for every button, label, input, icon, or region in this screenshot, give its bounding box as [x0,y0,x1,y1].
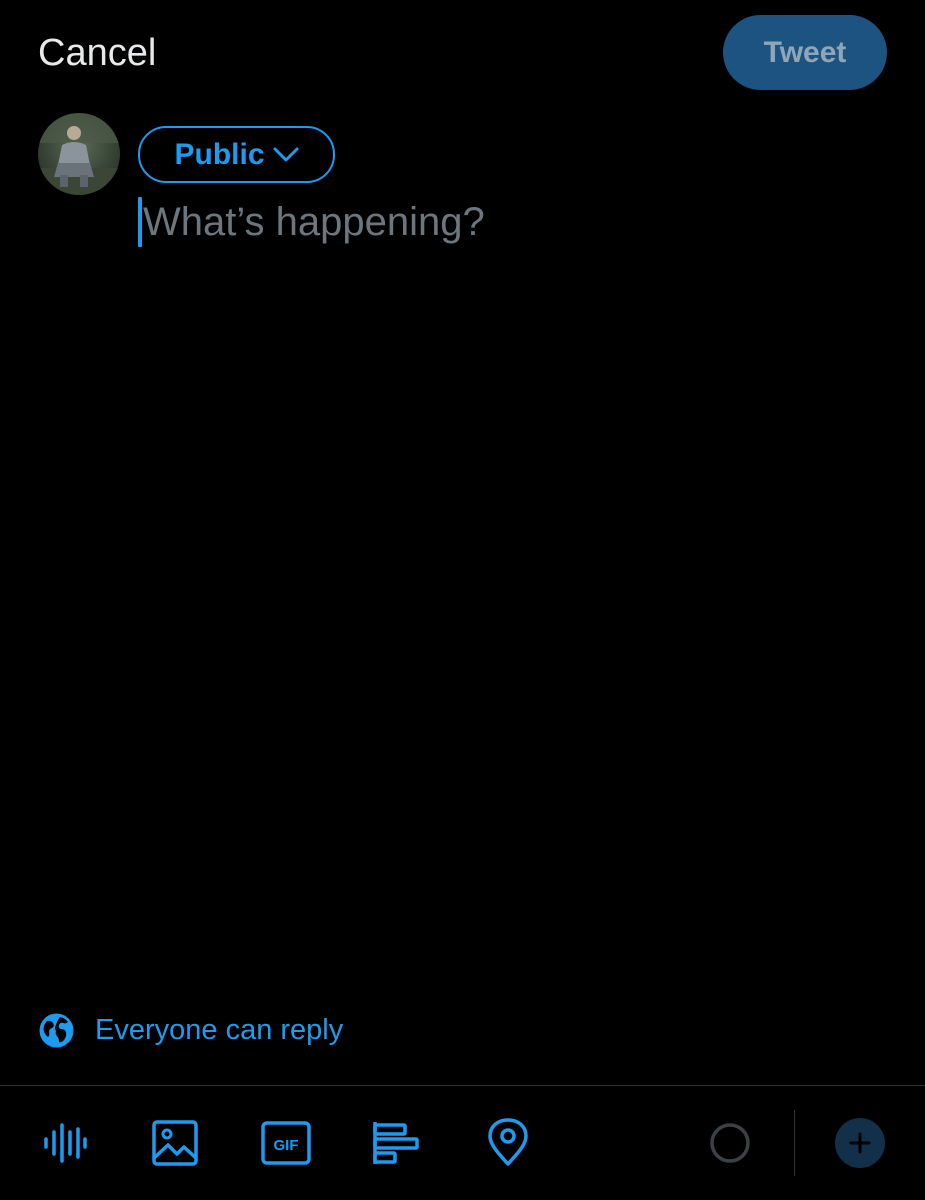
user-avatar-photo-icon [38,113,120,195]
reply-setting-button[interactable]: Everyone can reply [38,1010,343,1050]
chevron-down-icon [273,146,299,164]
audience-label: Public [174,137,265,171]
tweet-compose-input[interactable] [142,199,843,245]
add-thread-icon[interactable] [835,1118,885,1168]
compose-area[interactable] [138,196,878,248]
tweet-button[interactable]: Tweet [723,15,887,90]
avatar[interactable] [38,113,120,195]
toolbar-vertical-separator [794,1110,795,1176]
gif-icon[interactable]: GIF [260,1117,312,1169]
poll-icon[interactable] [371,1117,423,1169]
character-progress-ring [708,1121,752,1165]
reply-setting-label: Everyone can reply [95,1013,344,1046]
location-icon[interactable] [482,1117,534,1169]
audience-selector-button[interactable]: Public [138,126,335,183]
cancel-button[interactable]: Cancel [38,30,156,76]
toolbar-divider [0,1085,925,1086]
image-icon[interactable] [149,1117,201,1169]
voice-waveform-icon[interactable] [38,1117,90,1169]
globe-icon [38,1012,75,1049]
svg-text:GIF: GIF [274,1137,299,1154]
